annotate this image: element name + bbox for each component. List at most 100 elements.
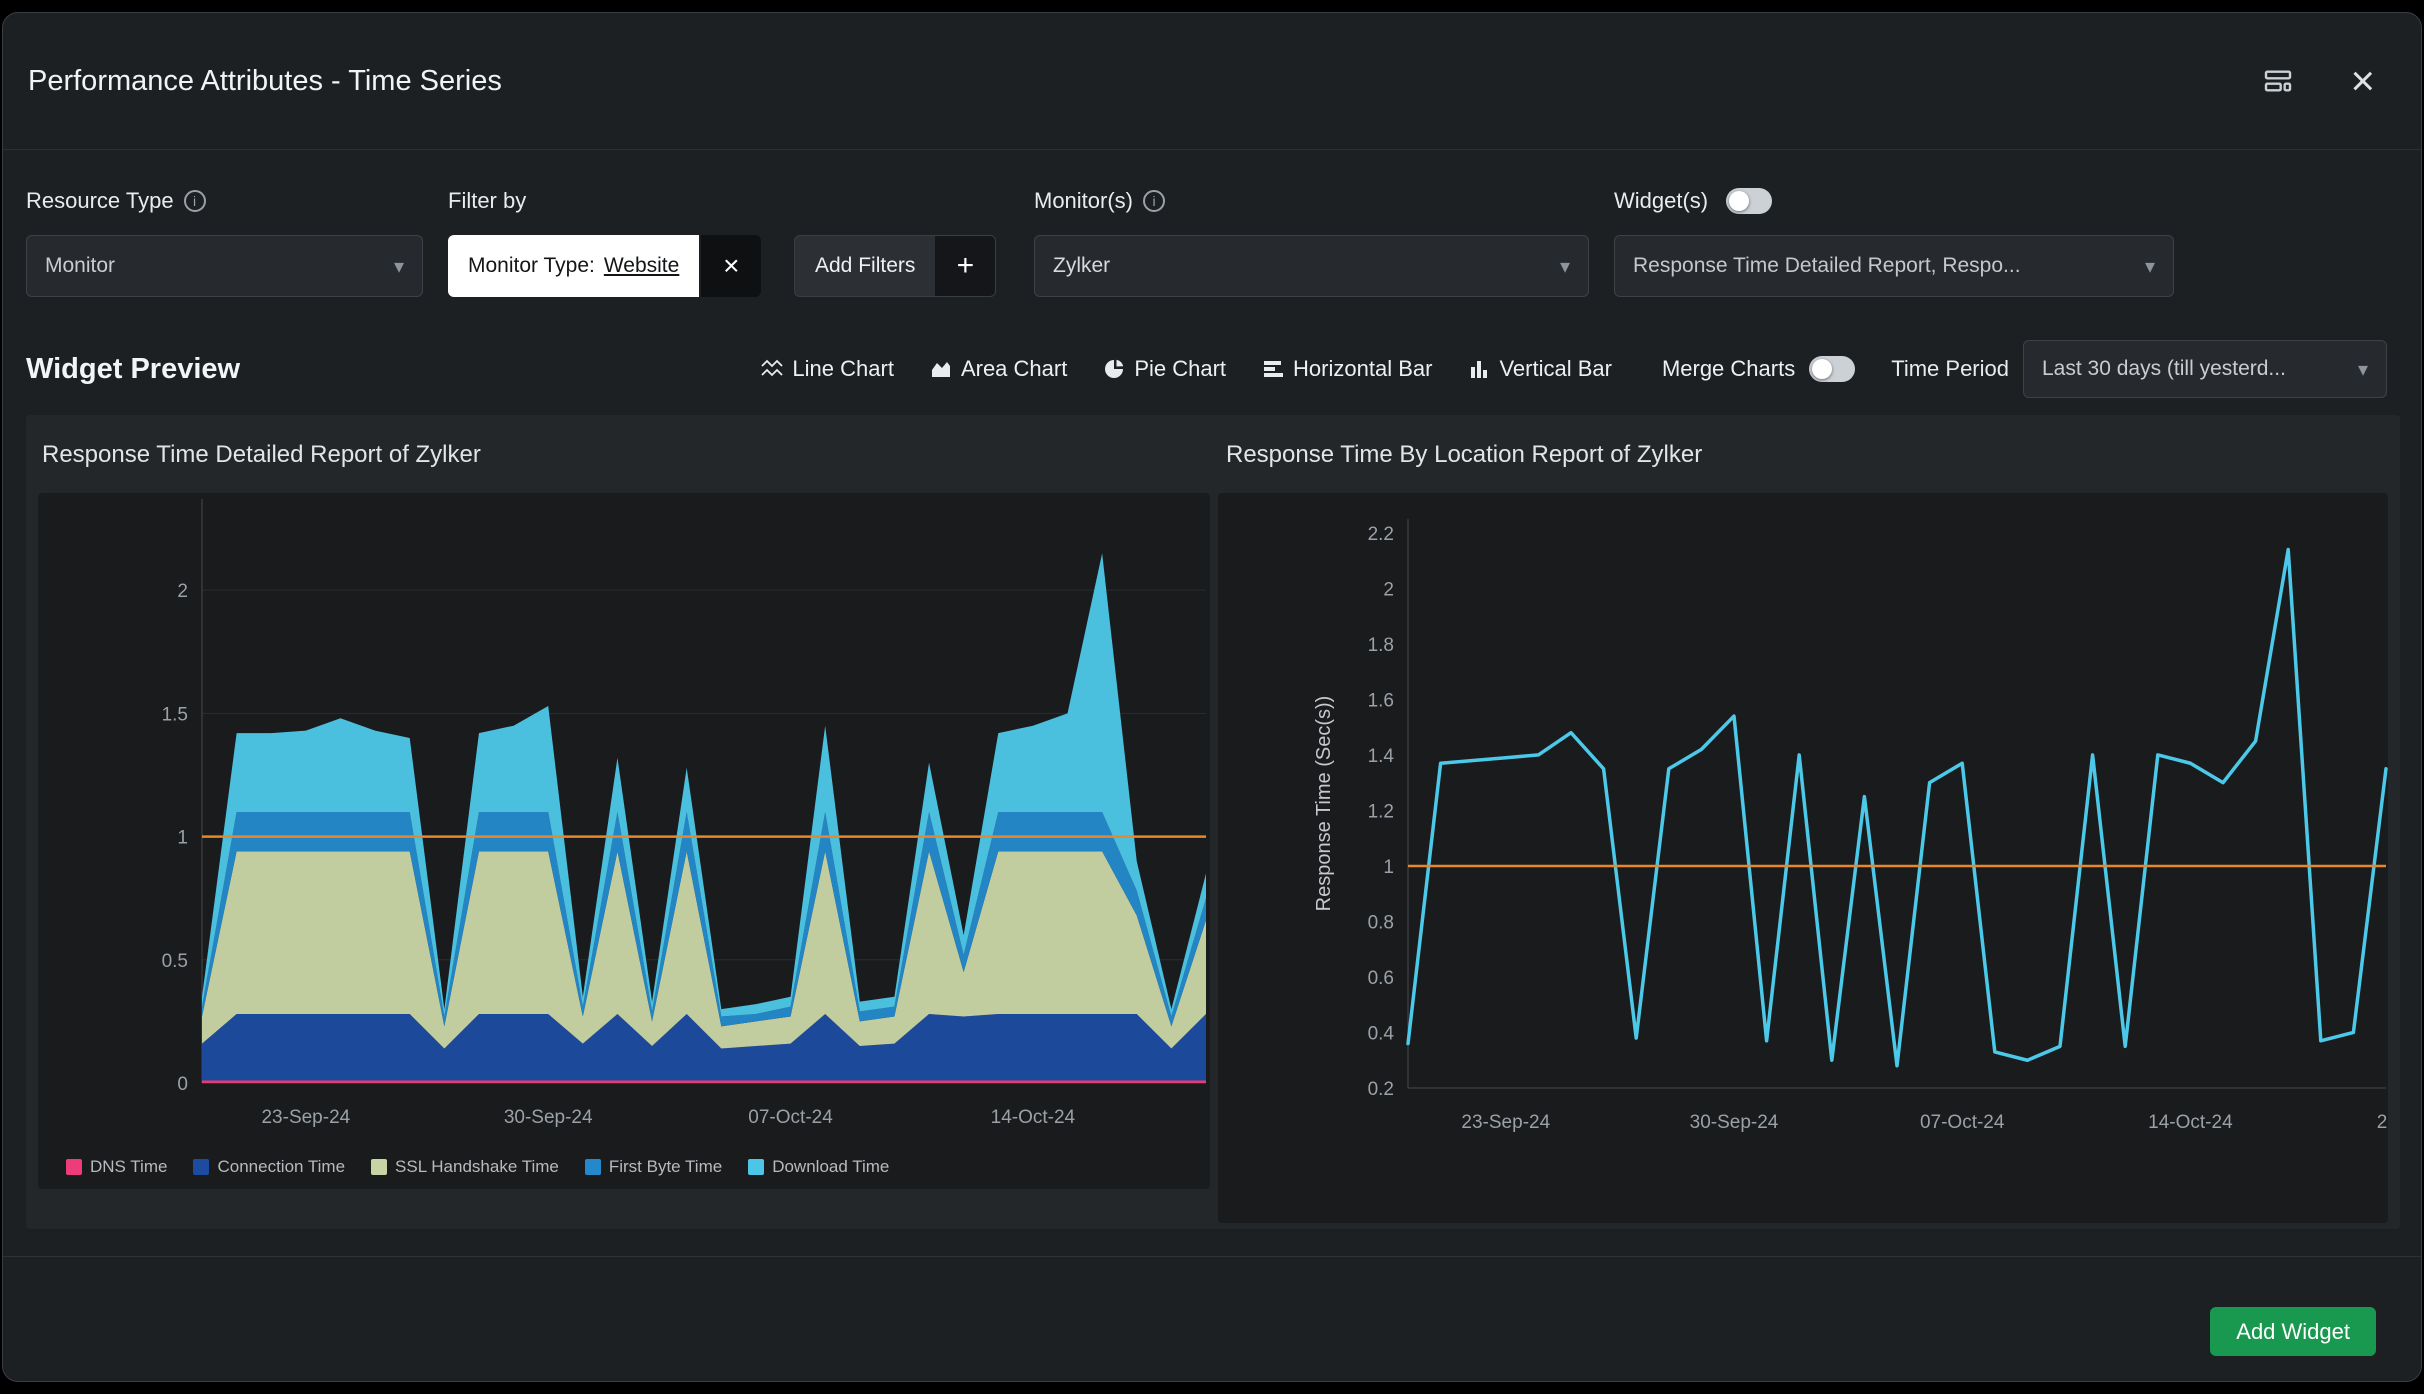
svg-text:23-Sep-24: 23-Sep-24	[1461, 1112, 1550, 1133]
close-icon: ×	[723, 250, 740, 281]
close-icon[interactable]: ×	[2350, 60, 2375, 102]
chart-type-horizontal-bar[interactable]: Horizontal Bar	[1262, 356, 1432, 382]
info-icon[interactable]: i	[1143, 190, 1166, 212]
chart-type-label: Line Chart	[792, 356, 894, 381]
toggle-knob	[1729, 191, 1750, 211]
add-widget-button[interactable]: Add Widget	[2210, 1307, 2376, 1356]
layout-icon[interactable]	[2262, 65, 2294, 97]
legend-item[interactable]: Download Time	[748, 1157, 889, 1177]
legend-label: DNS Time	[90, 1157, 168, 1176]
svg-text:14-Oct-24: 14-Oct-24	[2148, 1112, 2233, 1133]
line-chart: 0.2 0.4 0.6 0.8 1 1.2 1.4 1.6 1.8 2 2.2 23-Sep-24 30…	[1313, 519, 2388, 1133]
chart-type-label: Horizontal Bar	[1293, 356, 1433, 381]
svg-text:07-Oct-24: 07-Oct-24	[748, 1107, 833, 1128]
response-time-detailed-chart: DNS Time Connection Time SSL Handshake Tim…	[38, 493, 1210, 1189]
svg-text:1: 1	[177, 828, 188, 849]
chart-type-label: Pie Chart	[1134, 356, 1227, 381]
dropdown-value: Zylker	[1053, 254, 1111, 277]
chip-value-link[interactable]: Website	[604, 254, 679, 278]
svg-text:0.6: 0.6	[1368, 968, 1394, 989]
svg-text:1.8: 1.8	[1368, 635, 1394, 656]
chart-type-line[interactable]: Line Chart	[761, 356, 894, 382]
legend-item[interactable]: DNS Time	[66, 1157, 167, 1177]
info-icon[interactable]: i	[183, 190, 206, 212]
chart-type-area[interactable]: Area Chart	[930, 356, 1067, 382]
svg-text:2: 2	[1383, 579, 1394, 600]
modal-footer: Add Widget	[3, 1256, 2421, 1381]
svg-text:2: 2	[177, 581, 188, 602]
modal-title: Performance Attributes - Time Series	[28, 64, 502, 97]
legend-label: Download Time	[772, 1157, 890, 1176]
chart-type-vertical-bar[interactable]: Vertical Bar	[1468, 356, 1612, 382]
chart-type-toolbar: Line Chart Area Chart Pie Chart Horizont…	[761, 340, 2387, 398]
legend-item[interactable]: Connection Time	[193, 1157, 345, 1177]
chart-legend: DNS Time Connection Time SSL Handshake Tim…	[66, 1157, 889, 1177]
legend-swatch	[748, 1159, 765, 1175]
svg-text:30-Sep-24: 30-Sep-24	[1690, 1112, 1779, 1133]
pie-chart-icon	[1105, 359, 1124, 378]
svg-text:07-Oct-24: 07-Oct-24	[1920, 1112, 2005, 1133]
widgets-label: Widget(s)	[1614, 183, 1773, 219]
plus-icon: +	[935, 236, 996, 296]
merge-charts-label: Merge Charts	[1661, 356, 1796, 381]
monitors-label: Monitor(s) i	[1034, 183, 1166, 219]
widgets-dropdown[interactable]: Response Time Detailed Report, Respo... …	[1614, 235, 2174, 297]
chip-body[interactable]: Monitor Type: Website	[448, 235, 700, 297]
widgets-toggle[interactable]	[1726, 188, 1773, 214]
legend-label: Connection Time	[217, 1157, 346, 1176]
area-chart-icon	[931, 362, 950, 377]
legend-item[interactable]: First Byte Time	[584, 1157, 723, 1177]
area-chart: 0 0.5 1 1.5 2 23-Sep-24 30-Sep-24 07-Oct-24 14-O…	[162, 499, 1206, 1128]
dropdown-value: Monitor	[45, 254, 116, 277]
chevron-down-icon: ▾	[393, 255, 404, 278]
chart-type-pie[interactable]: Pie Chart	[1103, 356, 1226, 382]
charts-panel: Response Time Detailed Report of Zylker …	[26, 415, 2400, 1229]
chevron-down-icon: ▾	[2144, 255, 2155, 278]
horizontal-bar-icon	[1264, 361, 1284, 377]
merge-charts-control: Merge Charts	[1661, 356, 1856, 382]
legend-swatch	[371, 1159, 388, 1175]
widgets-label-text: Widget(s)	[1614, 188, 1709, 213]
svg-text:0: 0	[177, 1074, 188, 1095]
monitors-dropdown[interactable]: Zylker ▾	[1034, 235, 1589, 297]
filter-by-label-text: Filter by	[448, 188, 527, 213]
time-period-dropdown[interactable]: Last 30 days (till yesterd... ▾	[2023, 340, 2387, 398]
svg-text:0.8: 0.8	[1368, 912, 1394, 933]
svg-text:1.4: 1.4	[1368, 746, 1395, 767]
widget-preview-heading: Widget Preview	[26, 352, 241, 385]
chart-title-left: Response Time Detailed Report of Zylker	[42, 441, 481, 468]
svg-text:1: 1	[1383, 857, 1394, 878]
monitors-label-text: Monitor(s)	[1034, 188, 1134, 213]
svg-text:2: 2	[2377, 1112, 2388, 1133]
chip-close-button[interactable]: ×	[701, 235, 762, 297]
svg-text:23-Sep-24: 23-Sep-24	[261, 1107, 350, 1128]
chip-label: Monitor Type:	[468, 254, 595, 277]
legend-swatch	[66, 1159, 82, 1175]
resource-type-dropdown[interactable]: Monitor ▾	[26, 235, 423, 297]
monitor-type-chip[interactable]: Monitor Type: Website ×	[448, 235, 762, 297]
chevron-down-icon: ▾	[1559, 255, 1570, 278]
modal-header: Performance Attributes - Time Series ×	[3, 13, 2421, 150]
merge-charts-toggle[interactable]	[1809, 356, 1856, 382]
line-chart-icon	[761, 359, 784, 377]
svg-text:1.2: 1.2	[1368, 801, 1394, 822]
svg-text:0.4: 0.4	[1368, 1023, 1395, 1044]
svg-text:30-Sep-24: 30-Sep-24	[504, 1107, 593, 1128]
legend-label: First Byte Time	[608, 1157, 723, 1176]
legend-swatch	[193, 1159, 210, 1175]
legend-item[interactable]: SSL Handshake Time	[371, 1157, 559, 1177]
dropdown-value: Response Time Detailed Report, Respo...	[1633, 254, 2021, 277]
widget-preview-row: Widget Preview Line Chart Area Chart Pie…	[26, 337, 2387, 401]
chart-title-right: Response Time By Location Report of Zylk…	[1226, 441, 1703, 468]
time-period-label: Time Period	[1891, 356, 2009, 381]
add-filters-button[interactable]: Add Filters +	[794, 235, 997, 297]
chevron-down-icon: ▾	[2357, 358, 2368, 381]
add-filters-label: Add Filters	[815, 254, 916, 277]
svg-text:0.2: 0.2	[1368, 1079, 1394, 1100]
svg-text:2.2: 2.2	[1368, 524, 1394, 545]
vertical-bar-icon	[1471, 361, 1488, 378]
time-period-control: Time Period Last 30 days (till yesterd..…	[1891, 340, 2387, 398]
svg-text:14-Oct-24: 14-Oct-24	[991, 1107, 1076, 1128]
filter-by-label: Filter by	[448, 183, 526, 219]
header-icons: ×	[2262, 13, 2375, 149]
